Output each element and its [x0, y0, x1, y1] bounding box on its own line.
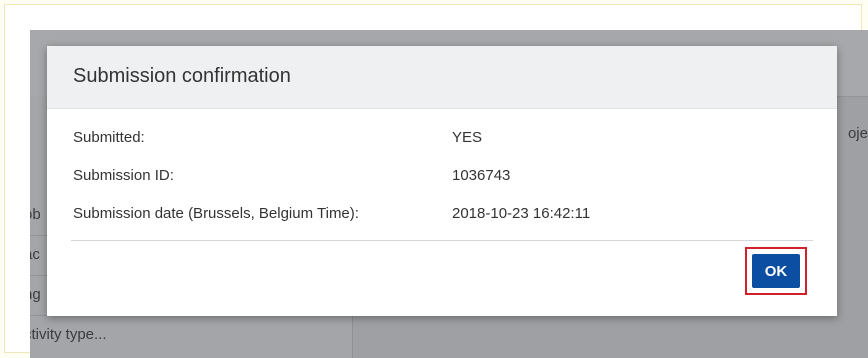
ok-button-highlight: OK	[745, 247, 807, 295]
background-row-text: ctivity type...	[30, 326, 107, 343]
dialog-header: Submission confirmation	[47, 46, 837, 109]
submission-date-label: Submission date (Brussels, Belgium Time)…	[73, 205, 359, 222]
dialog-divider	[71, 240, 813, 241]
submission-id-value: 1036743	[452, 167, 511, 184]
submission-id-label: Submission ID:	[73, 167, 174, 184]
ok-button[interactable]: OK	[752, 254, 800, 288]
dialog-title: Submission confirmation	[73, 65, 291, 87]
submission-date-value: 2018-10-23 16:42:11	[452, 205, 591, 222]
background-right-text: oje	[847, 125, 868, 142]
submitted-value: YES	[452, 129, 483, 146]
background-row-text: ng	[30, 286, 41, 303]
background-row: ctivity type...	[30, 316, 352, 356]
submitted-label: Submitted:	[73, 129, 145, 146]
dialog-body: Submitted: YES Submission ID: 1036743 Su…	[47, 109, 837, 241]
background-row-text: ac	[30, 246, 40, 263]
background-row-text: ob	[30, 206, 41, 223]
submission-confirmation-dialog: Submission confirmation Submitted: YES S…	[47, 46, 837, 316]
